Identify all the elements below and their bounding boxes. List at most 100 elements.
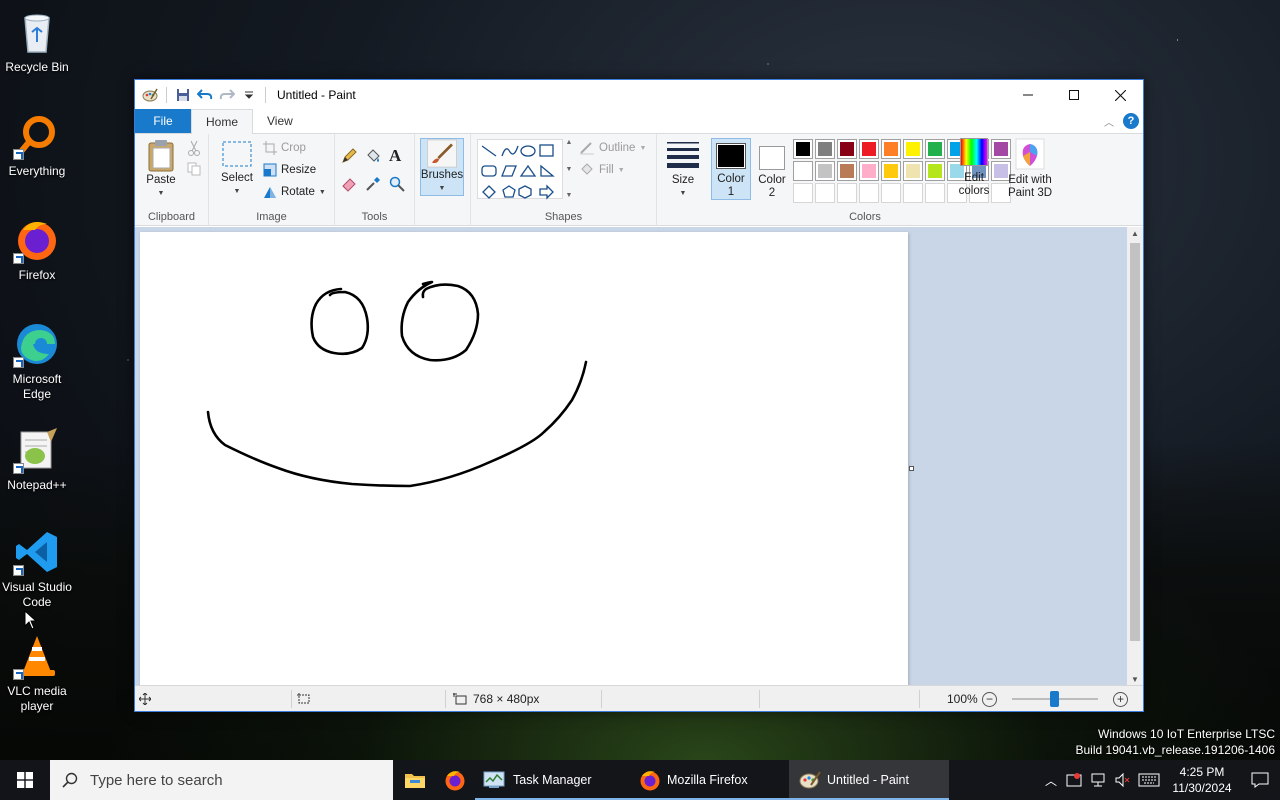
color-swatch[interactable] xyxy=(925,139,945,159)
magnifier-icon[interactable] xyxy=(389,176,405,195)
edit-colors-button[interactable]: Edit colors xyxy=(953,138,995,198)
color-swatch[interactable] xyxy=(837,139,857,159)
undo-icon[interactable] xyxy=(196,86,214,104)
desktop-icon-notepad-plus-plus[interactable]: Notepad++ xyxy=(0,426,74,493)
color-swatch[interactable] xyxy=(903,139,923,159)
tab-home[interactable]: Home xyxy=(191,109,254,134)
brushes-button[interactable]: Brushes ▼ xyxy=(420,138,464,196)
minimize-ribbon-chevron-icon[interactable]: ︿ xyxy=(1103,115,1115,129)
color-swatch[interactable] xyxy=(793,139,813,159)
text-tool-icon[interactable]: A xyxy=(389,146,401,166)
vertical-scrollbar[interactable]: ▲ ▼ xyxy=(1127,227,1143,686)
custom-color-slot[interactable] xyxy=(881,183,901,203)
scroll-up-arrow-icon[interactable]: ▲ xyxy=(1131,229,1139,238)
color2-button[interactable]: Color 2 xyxy=(753,138,791,200)
tab-file[interactable]: File xyxy=(135,109,191,133)
taskbar-mozilla-firefox[interactable]: Mozilla Firefox xyxy=(625,760,789,800)
save-icon[interactable] xyxy=(174,86,192,104)
desktop-icon-vlc[interactable]: VLC media player xyxy=(0,632,74,714)
fill-button[interactable]: Fill ▼ xyxy=(579,160,625,180)
start-button[interactable] xyxy=(0,760,50,800)
brushes-dropdown-icon[interactable]: ▼ xyxy=(439,182,446,195)
size-button[interactable]: Size ▼ xyxy=(665,138,701,200)
desktop-icon-firefox[interactable]: Firefox xyxy=(0,216,74,283)
color-swatch[interactable] xyxy=(925,161,945,181)
desktop-icon-microsoft-edge[interactable]: Microsoft Edge xyxy=(0,320,74,402)
paint-app-icon[interactable] xyxy=(141,86,159,104)
desktop-icon-everything[interactable]: Everything xyxy=(0,112,74,179)
canvas-resize-handle[interactable] xyxy=(909,466,914,471)
network-icon[interactable] xyxy=(1086,772,1110,788)
tab-view[interactable]: View xyxy=(253,109,307,133)
paste-dropdown-icon[interactable]: ▼ xyxy=(158,187,165,200)
keyboard-icon[interactable] xyxy=(1134,773,1164,787)
custom-color-slot[interactable] xyxy=(793,183,813,203)
cut-icon[interactable] xyxy=(187,140,201,159)
minimize-button[interactable] xyxy=(1005,80,1051,110)
color-picker-icon[interactable] xyxy=(365,176,381,195)
shapes-gallery-scroll[interactable]: ▲ ▼ ▼ xyxy=(563,139,575,199)
copy-icon[interactable] xyxy=(187,162,201,179)
desktop-icon-recycle-bin[interactable]: Recycle Bin xyxy=(0,8,74,75)
outline-button[interactable]: Outline ▼ xyxy=(579,138,646,158)
select-button[interactable]: Select ▼ xyxy=(217,140,257,198)
scroll-down-arrow-icon[interactable]: ▼ xyxy=(1131,675,1139,684)
outline-dropdown-icon[interactable]: ▼ xyxy=(639,145,646,152)
pencil-icon[interactable] xyxy=(341,148,357,167)
color-swatch[interactable] xyxy=(881,161,901,181)
customize-qat-dropdown-icon[interactable] xyxy=(240,86,258,104)
size-dropdown-icon[interactable]: ▼ xyxy=(680,187,687,200)
custom-color-slot[interactable] xyxy=(859,183,879,203)
scroll-up-icon[interactable]: ▲ xyxy=(566,139,573,146)
notification-area-app-icon[interactable] xyxy=(1062,772,1086,788)
custom-color-slot[interactable] xyxy=(903,183,923,203)
rotate-button[interactable]: Rotate ▼ xyxy=(263,182,326,202)
edit-colors-label-1: Edit xyxy=(964,172,984,184)
close-button[interactable] xyxy=(1097,80,1143,110)
taskbar-task-manager[interactable]: Task Manager xyxy=(475,760,625,800)
zoom-in-button[interactable]: + xyxy=(1113,691,1128,707)
clock[interactable]: 4:25 PM 11/30/2024 xyxy=(1164,764,1240,796)
rotate-dropdown-icon[interactable]: ▼ xyxy=(319,189,326,196)
zoom-slider-thumb[interactable] xyxy=(1050,691,1059,707)
color-swatch[interactable] xyxy=(815,161,835,181)
color-swatch[interactable] xyxy=(815,139,835,159)
scroll-down-icon[interactable]: ▼ xyxy=(566,166,573,173)
taskbar-paint[interactable]: Untitled - Paint xyxy=(789,760,949,800)
show-hidden-icons-chevron-icon[interactable]: ︿ xyxy=(1040,772,1062,789)
taskbar-firefox[interactable] xyxy=(435,760,475,800)
scrollbar-thumb[interactable] xyxy=(1130,243,1140,641)
color-swatch[interactable] xyxy=(859,139,879,159)
volume-muted-icon[interactable] xyxy=(1110,772,1134,788)
taskbar-search-box[interactable]: Type here to search xyxy=(50,760,393,800)
taskbar-file-explorer[interactable] xyxy=(395,760,435,800)
desktop-icon-vscode[interactable]: Visual Studio Code xyxy=(0,528,74,610)
gallery-expand-icon[interactable]: ▼ xyxy=(566,192,573,199)
custom-color-slot[interactable] xyxy=(925,183,945,203)
resize-button[interactable]: Resize xyxy=(263,160,316,180)
zoom-out-button[interactable]: − xyxy=(982,691,997,707)
fill-bucket-icon[interactable] xyxy=(365,148,381,167)
help-icon[interactable]: ? xyxy=(1123,113,1139,129)
color-swatch[interactable] xyxy=(881,139,901,159)
action-center-icon[interactable] xyxy=(1240,772,1280,788)
color-swatch[interactable] xyxy=(859,161,879,181)
select-dropdown-icon[interactable]: ▼ xyxy=(234,185,241,198)
color-swatch[interactable] xyxy=(793,161,813,181)
paste-button[interactable]: Paste ▼ xyxy=(143,138,179,200)
fill-dropdown-icon[interactable]: ▼ xyxy=(618,167,625,174)
redo-icon[interactable] xyxy=(218,86,236,104)
color-swatch[interactable] xyxy=(837,161,857,181)
edit-with-paint3d-button[interactable]: Edit with Paint 3D xyxy=(1001,138,1059,200)
color1-button[interactable]: Color 1 xyxy=(711,138,751,200)
shapes-gallery[interactable] xyxy=(477,139,563,200)
eraser-icon[interactable] xyxy=(341,176,357,195)
zoom-slider[interactable] xyxy=(1012,691,1098,707)
color-swatch[interactable] xyxy=(903,161,923,181)
custom-color-slot[interactable] xyxy=(815,183,835,203)
maximize-button[interactable] xyxy=(1051,80,1097,110)
custom-color-slot[interactable] xyxy=(837,183,857,203)
drawing-canvas[interactable] xyxy=(140,232,908,686)
rotate-label: Rotate xyxy=(281,186,315,198)
crop-button[interactable]: Crop xyxy=(263,138,306,158)
